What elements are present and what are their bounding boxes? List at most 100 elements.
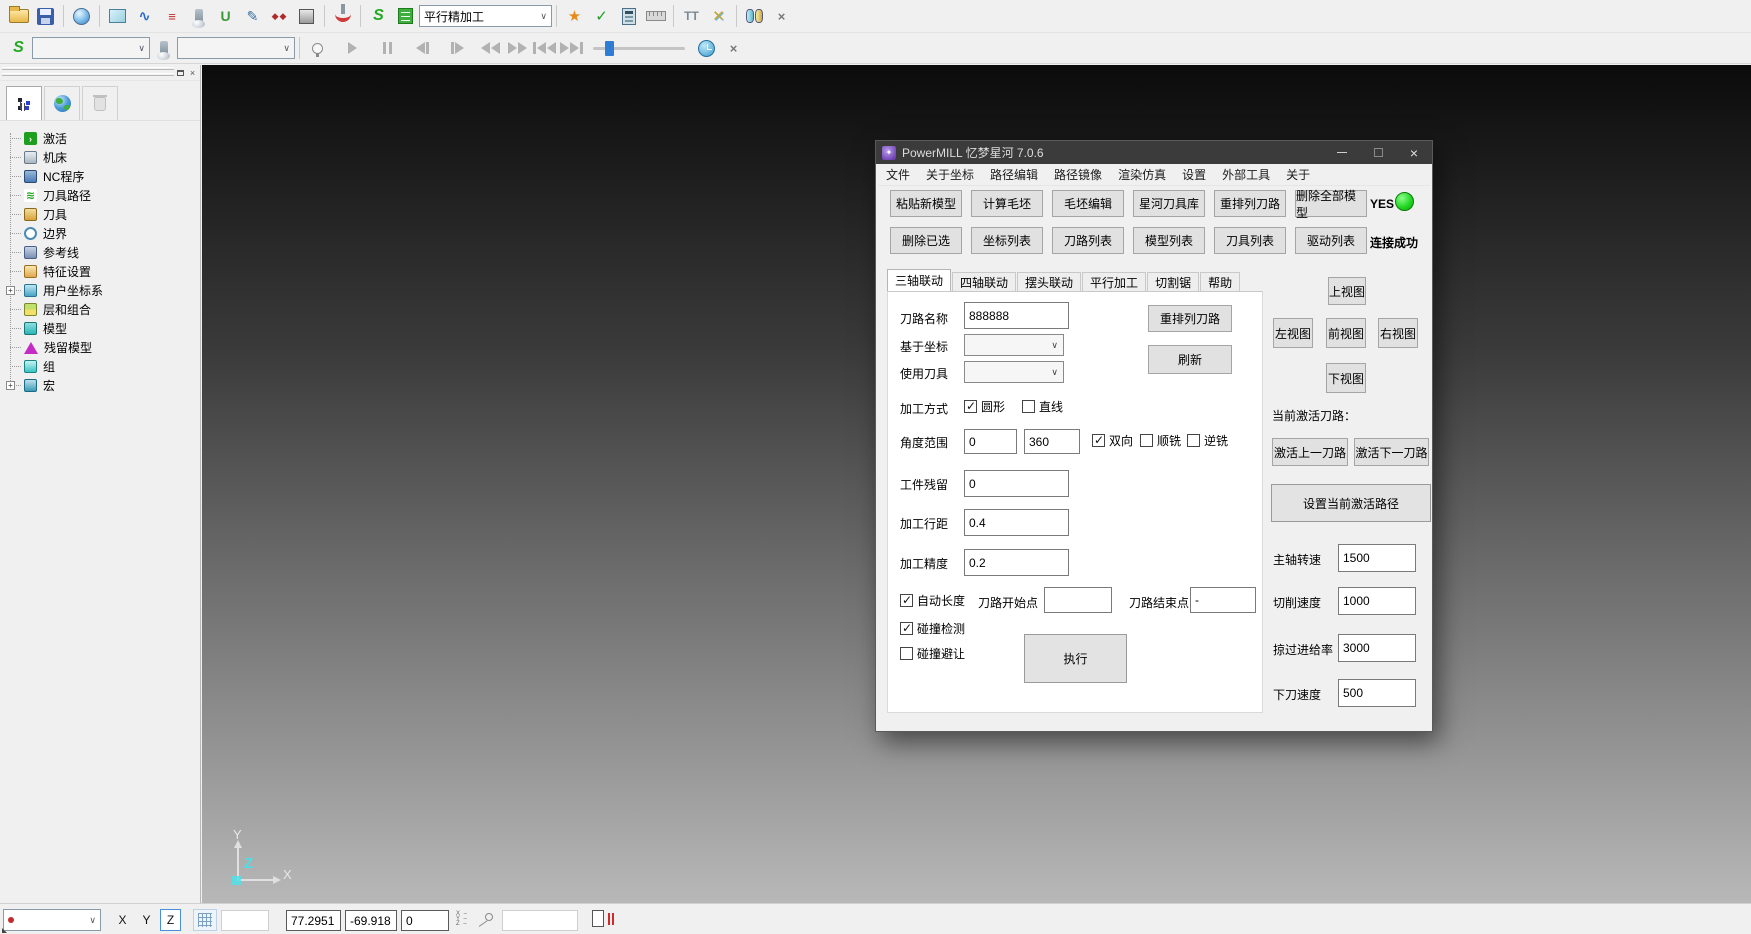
view-right-button[interactable]: 右视图 — [1378, 318, 1418, 348]
angle-from-input[interactable] — [964, 429, 1017, 454]
strategy-list-icon[interactable] — [392, 3, 419, 29]
mode-line-checkbox[interactable]: 直线 — [1022, 398, 1063, 415]
tool-block-icon[interactable] — [293, 3, 320, 29]
sim-tool-icon[interactable] — [150, 35, 177, 61]
checkbox-checked-icon[interactable] — [964, 400, 977, 413]
close-icon[interactable]: × — [1396, 141, 1432, 164]
expand-icon[interactable] — [6, 286, 15, 295]
play-icon[interactable] — [339, 35, 366, 61]
transform-arrows-icon[interactable]: ✕ — [705, 3, 732, 29]
calculator-icon[interactable] — [615, 3, 642, 29]
coord-x-field[interactable]: 77.2951 — [286, 910, 341, 931]
delete-all-models-button[interactable]: 删除全部模型 — [1295, 190, 1367, 217]
toolpath-curve-icon[interactable]: ∿ — [131, 3, 158, 29]
tab-3axis[interactable]: 三轴联动 — [887, 269, 951, 291]
speed-slider-handle[interactable] — [605, 41, 614, 56]
checkbox-icon[interactable] — [900, 647, 913, 660]
tree-item-toolpaths[interactable]: ≋刀具路径 — [0, 186, 200, 205]
toolpath-name-input[interactable] — [964, 302, 1069, 329]
activate-next-button[interactable]: 激活下一刀路 — [1354, 438, 1429, 466]
expand-icon[interactable] — [6, 381, 15, 390]
tab-recycle-bin[interactable] — [82, 86, 118, 120]
menu-coords[interactable]: 关于坐标 — [918, 165, 982, 185]
statusbar-info-field[interactable] — [502, 910, 578, 931]
axis-x-button[interactable]: X — [112, 909, 133, 931]
tolerance-input[interactable] — [964, 549, 1069, 576]
toolbar-close-icon[interactable]: × — [768, 3, 795, 29]
climb-checkbox[interactable]: 顺铣 — [1140, 432, 1181, 449]
coord-z-field[interactable]: 0 — [401, 910, 449, 931]
start-point-input[interactable] — [1044, 587, 1112, 613]
view-top-button[interactable]: 上视图 — [1328, 277, 1366, 305]
tree-item-patterns[interactable]: 参考线 — [0, 243, 200, 262]
sim-tool-combo[interactable] — [177, 37, 295, 59]
strategy-combo[interactable]: 平行精加工 — [419, 5, 552, 27]
tool-select[interactable] — [964, 361, 1064, 383]
probe-position-icon[interactable] — [479, 913, 493, 927]
coord-y-field[interactable]: -69.918 — [345, 910, 397, 931]
open-icon[interactable] — [5, 3, 32, 29]
sim-toolpath-combo[interactable] — [32, 37, 150, 59]
go-end-icon[interactable] — [558, 35, 585, 61]
rearrange-button[interactable]: 重排列刀路 — [1148, 305, 1232, 332]
tools-pair-icon[interactable]: TT — [678, 3, 705, 29]
speed-slider[interactable] — [593, 47, 685, 50]
grid-snap-icon[interactable] — [193, 909, 217, 931]
tab-parallel[interactable]: 平行加工 — [1082, 272, 1146, 291]
menu-path-edit[interactable]: 路径编辑 — [982, 165, 1046, 185]
checkbox-icon[interactable] — [1022, 400, 1035, 413]
view-front-button[interactable]: 前视图 — [1326, 318, 1366, 348]
tree-item-workplanes[interactable]: 用户坐标系 — [0, 281, 200, 300]
block-edit-button[interactable]: 毛坯编辑 — [1052, 190, 1124, 217]
cutting-speed-input[interactable] — [1338, 587, 1416, 615]
auto-length-checkbox[interactable]: 自动长度 — [900, 592, 965, 609]
tab-help[interactable]: 帮助 — [1200, 272, 1240, 291]
step-back-icon[interactable] — [409, 35, 436, 61]
pause-icon[interactable] — [374, 35, 401, 61]
tree-item-tools[interactable]: 刀具 — [0, 205, 200, 224]
tab-saw[interactable]: 切割锯 — [1147, 272, 1199, 291]
coord-list-button[interactable]: 坐标列表 — [971, 227, 1043, 254]
stock-input[interactable] — [964, 470, 1069, 497]
tree-item-macros[interactable]: 宏 — [0, 376, 200, 395]
tool-check-icon[interactable]: ✓ — [588, 3, 615, 29]
simulate-icon[interactable] — [329, 3, 356, 29]
checkbox-icon[interactable] — [1140, 434, 1153, 447]
nc-program-icon[interactable]: ≡ — [158, 3, 185, 29]
close-panel-icon[interactable]: × — [187, 67, 198, 78]
tree-item-levels[interactable]: 层和组合 — [0, 300, 200, 319]
light-bulb-icon[interactable] — [304, 35, 331, 61]
coord-select[interactable] — [964, 334, 1064, 356]
spindle-input[interactable] — [1338, 544, 1416, 572]
angle-to-input[interactable] — [1024, 429, 1080, 454]
compute-block-button[interactable]: 计算毛坯 — [971, 190, 1043, 217]
tool-icon[interactable] — [185, 3, 212, 29]
tool-library-button[interactable]: 星河刀具库 — [1133, 190, 1205, 217]
tab-explorer-tree[interactable] — [6, 86, 42, 120]
collision-check-checkbox[interactable]: 碰撞检测 — [900, 620, 965, 637]
maximize-icon[interactable] — [1360, 141, 1396, 164]
dual-direction-checkbox[interactable]: 双向 — [1092, 432, 1133, 449]
mode-circle-checkbox[interactable]: 圆形 — [964, 398, 1005, 415]
checkbox-checked-icon[interactable] — [1092, 434, 1105, 447]
tab-4axis[interactable]: 四轴联动 — [952, 272, 1016, 291]
refresh-button[interactable]: 刷新 — [1148, 345, 1232, 374]
axis-y-button[interactable]: Y — [136, 909, 157, 931]
block-icon[interactable] — [104, 3, 131, 29]
tree-item-feature-sets[interactable]: 特征设置 — [0, 262, 200, 281]
tree-item-machine[interactable]: 机床 — [0, 148, 200, 167]
tab-globe[interactable] — [44, 86, 80, 120]
rearrange-toolpaths-button[interactable]: 重排列刀路 — [1214, 190, 1286, 217]
clipboard-pause-icon[interactable] — [592, 910, 604, 927]
search-forward-icon[interactable] — [504, 35, 531, 61]
float-panel-icon[interactable] — [175, 67, 186, 78]
toolpath-list-button[interactable]: 刀路列表 — [1052, 227, 1124, 254]
paste-new-model-button[interactable]: 粘贴新模型 — [890, 190, 962, 217]
activate-prev-button[interactable]: 激活上一刀路 — [1272, 438, 1348, 466]
tree-item-stock-models[interactable]: 残留模型 — [0, 338, 200, 357]
delete-selected-button[interactable]: 删除已选 — [890, 227, 962, 254]
clock-icon[interactable] — [693, 35, 720, 61]
view-left-button[interactable]: 左视图 — [1273, 318, 1313, 348]
checkbox-checked-icon[interactable] — [900, 594, 913, 607]
points-icon[interactable]: ◆◆ — [266, 3, 293, 29]
